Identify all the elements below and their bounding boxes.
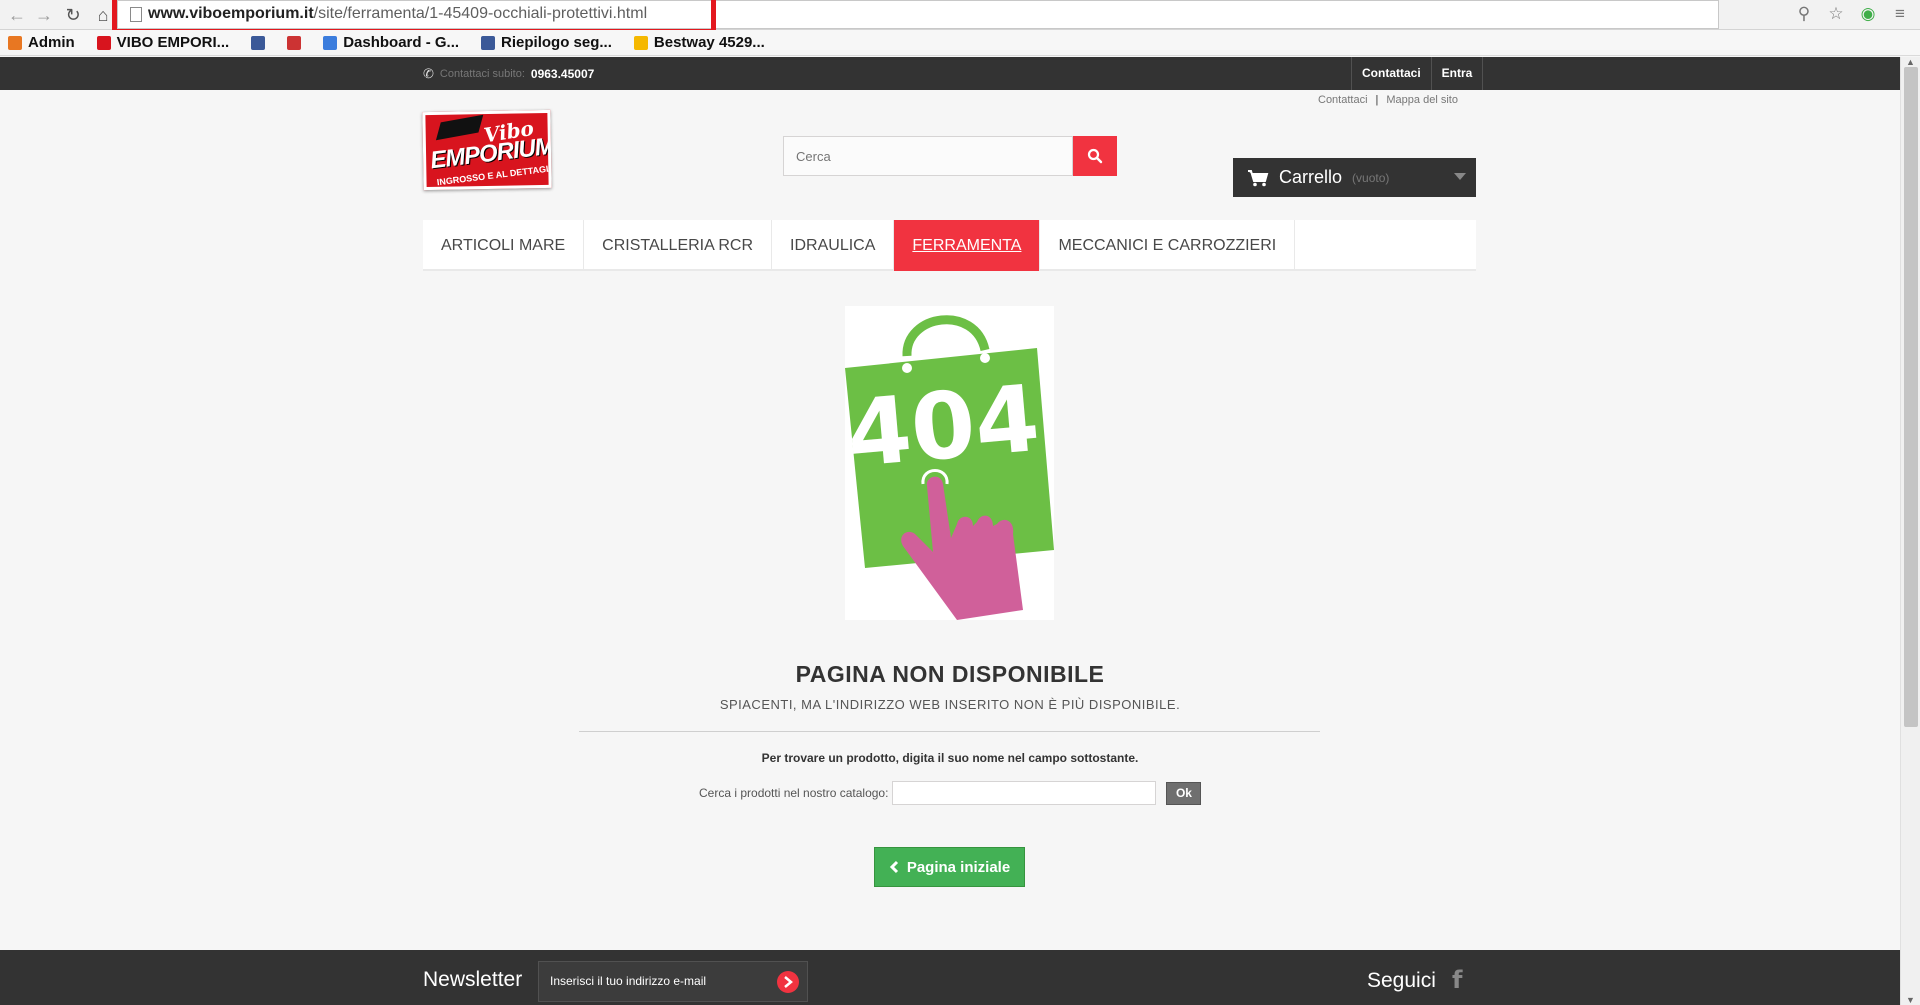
menu-item-cristalleria-rcr[interactable]: Cristalleria RCR [584, 220, 773, 271]
bookmark-favicon-icon [287, 35, 302, 50]
cart-status: (vuoto) [1352, 170, 1390, 185]
site-topbar: ✆ Contattaci subito: 0963.45007 Contatta… [0, 57, 1900, 90]
bookmark-label: Dashboard - G... [343, 34, 460, 51]
facebook-icon[interactable]: f [1452, 966, 1462, 994]
reload-icon[interactable]: ↻ [62, 4, 84, 26]
extension-icon[interactable]: ◉ [1858, 4, 1878, 24]
contact-sublink[interactable]: Contattaci [1318, 94, 1368, 106]
error-title: PAGINA NON DISPONIBILE [795, 661, 1105, 687]
error-code-text: 404 [845, 365, 1043, 488]
catalog-search-form: Cerca i prodotti nel nostro catalogo: Ok [699, 781, 1202, 805]
catalog-ok-button[interactable]: Ok [1166, 781, 1202, 805]
shopping-bag-404-icon: 404 [843, 315, 1054, 620]
home-page-label: Pagina iniziale [906, 858, 1011, 876]
catalog-search-input[interactable] [892, 781, 1157, 805]
bookmark-favicon-icon [481, 35, 496, 50]
bookmark-item[interactable] [287, 35, 302, 50]
bookmark-favicon-icon [251, 35, 266, 50]
newsletter-placeholder: Inserisci il tuo indirizzo e-mail [550, 974, 707, 988]
menu-item-ferramenta[interactable]: Ferramenta [894, 220, 1041, 271]
menu-item-idraulica[interactable]: Idraulica [772, 220, 895, 271]
phone-number: 0963.45007 [530, 67, 595, 81]
search-button[interactable] [1073, 136, 1117, 176]
page-scrollbar[interactable]: ▲ ▼ [1900, 57, 1920, 1005]
search-hint: Per trovare un prodotto, digita il suo n… [761, 751, 1139, 765]
scroll-down-icon[interactable]: ▼ [1906, 995, 1915, 1005]
bookmark-favicon-icon [323, 35, 338, 50]
separator: | [1375, 94, 1379, 106]
phone-icon: ✆ [423, 66, 434, 81]
bookmark-item[interactable]: Admin [8, 34, 75, 51]
scroll-up-icon[interactable]: ▲ [1906, 57, 1915, 67]
bookmark-item[interactable] [251, 35, 266, 50]
bookmark-label: Riepilogo seg... [501, 34, 612, 51]
forward-icon[interactable]: → [33, 4, 55, 26]
chevron-down-icon [1454, 173, 1466, 180]
divider [579, 731, 1320, 732]
bookmark-label: Bestway 4529... [653, 34, 765, 51]
error-subtitle: Spiacenti, ma l'indirizzo web inserito n… [719, 697, 1181, 712]
error-404-image: 404 [843, 306, 1054, 620]
logo-roof-shape [435, 114, 484, 141]
home-icon[interactable]: ⌂ [92, 4, 114, 26]
url-highlight-box [112, 0, 716, 34]
bookmark-label: VIBO EMPORI... [116, 34, 230, 51]
bookmark-favicon-icon [96, 35, 111, 50]
social-title: Seguici [1367, 969, 1436, 992]
sitemap-sublink[interactable]: Mappa del sito [1386, 94, 1458, 106]
browser-toolbar: ← → ↻ ⌂ www.viboemporium.it/site/ferrame… [0, 0, 1920, 34]
bookmark-favicon-icon [633, 35, 648, 50]
bookmark-item[interactable]: VIBO EMPORI... [96, 34, 230, 51]
bookmark-item[interactable]: Riepilogo seg... [481, 34, 612, 51]
bookmarks-bar: Admin VIBO EMPORI... Dashboard - G... Riepi… [0, 30, 1920, 56]
menu-icon[interactable]: ≡ [1890, 4, 1910, 24]
bookmark-favicon-icon [8, 35, 22, 50]
cart-label: Carrello [1279, 167, 1343, 187]
phone-contact: ✆ Contattaci subito: 0963.45007 [423, 66, 594, 82]
header-sublinks: Contattaci | Mappa del sito [1318, 94, 1458, 106]
menu-item-articoli-mare[interactable]: Articoli mare [423, 220, 585, 271]
top-links: Contattaci Entra [1351, 57, 1484, 90]
bookmark-label: Admin [28, 34, 75, 51]
cart-icon [1248, 169, 1269, 186]
site-footer: Newsletter Inserisci il tuo indirizzo e-… [0, 950, 1900, 1005]
main-menu: Articoli mare Cristalleria RCR Idraulica Fe… [423, 220, 1476, 271]
browser-actions: ⚲ ☆ ◉ ≡ [1794, 4, 1910, 24]
bookmark-item[interactable]: Dashboard - G... [323, 34, 459, 51]
cart-button[interactable]: Carrello (vuoto) [1233, 158, 1476, 197]
chevron-left-icon [889, 860, 898, 874]
newsletter-email-input[interactable]: Inserisci il tuo indirizzo e-mail [538, 961, 808, 1002]
home-page-button[interactable]: Pagina iniziale [874, 847, 1025, 887]
bookmark-item[interactable]: Bestway 4529... [633, 34, 765, 51]
login-link[interactable]: Entra [1430, 57, 1484, 90]
contattaci-link[interactable]: Contattaci [1351, 57, 1431, 90]
bookmark-star-icon[interactable]: ☆ [1826, 4, 1846, 24]
menu-item-meccanici-e-carrozzieri[interactable]: Meccanici e Carrozzieri [1040, 220, 1296, 271]
phone-label: Contattaci subito: [439, 68, 525, 80]
catalog-search-label: Cerca i prodotti nel nostro catalogo: [699, 786, 889, 800]
search-form [783, 136, 1117, 176]
site-logo[interactable]: Vibo EMPORIUM INGROSSO E AL DETTAGLIO [422, 109, 552, 191]
newsletter-submit-button[interactable] [777, 971, 799, 993]
scroll-thumb[interactable] [1904, 67, 1918, 727]
chevron-right-icon [784, 976, 793, 988]
search-input[interactable] [783, 136, 1073, 176]
back-icon[interactable]: ← [6, 4, 28, 26]
search-icon [1087, 148, 1103, 164]
newsletter-title: Newsletter [423, 968, 523, 991]
zoom-icon[interactable]: ⚲ [1794, 4, 1814, 24]
